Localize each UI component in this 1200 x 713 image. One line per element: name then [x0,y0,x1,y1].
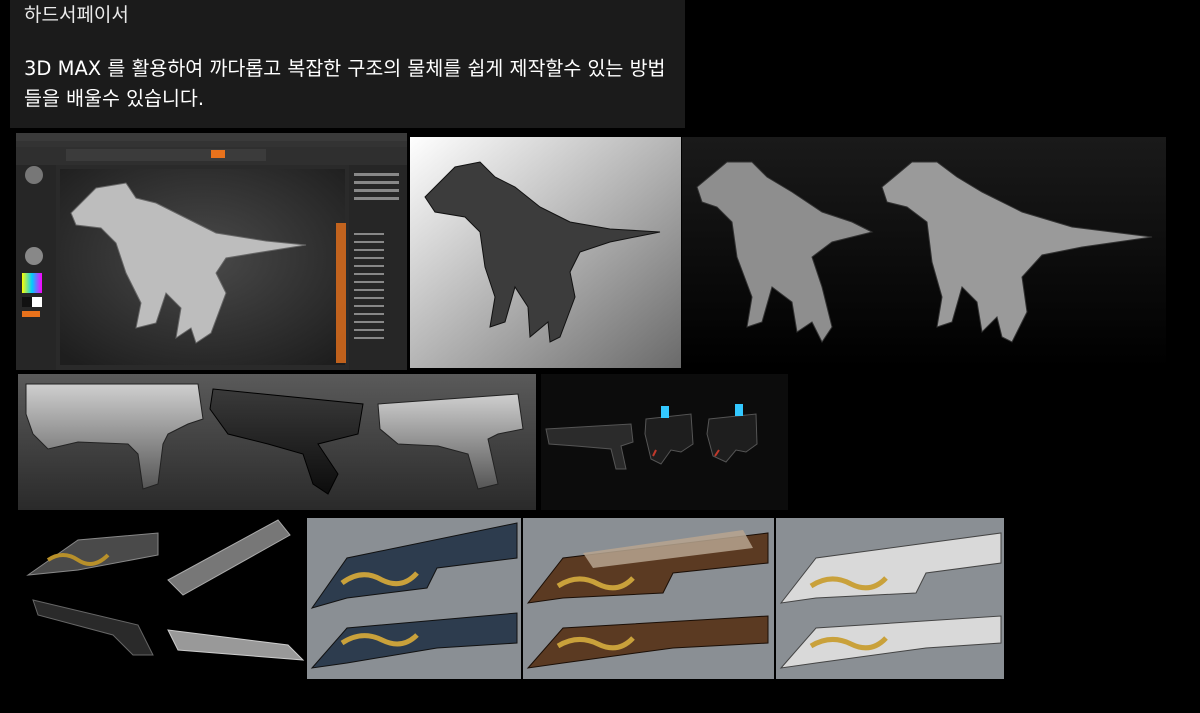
intro-panel: 하드서페이서 3D MAX 를 활용하여 까다롭고 복잡한 구조의 물체를 쉽게… [10,0,685,128]
raptor-render-dark [682,137,1166,368]
rifle-render-wood [523,518,774,679]
raptor-render-light [410,137,681,368]
rifle-render-blue [307,518,521,679]
rifle-renders-black [18,515,306,680]
page-title: 하드서페이서 [24,4,129,26]
zbrush-raptor-screenshot [16,133,407,370]
pistol-renders-grey [18,374,536,510]
rifle-render-white [776,518,1004,679]
pistol-renders-dark [541,374,788,510]
page-description: 3D MAX 를 활용하여 까다롭고 복잡한 구조의 물체를 쉽게 제작할수 있… [24,57,666,110]
